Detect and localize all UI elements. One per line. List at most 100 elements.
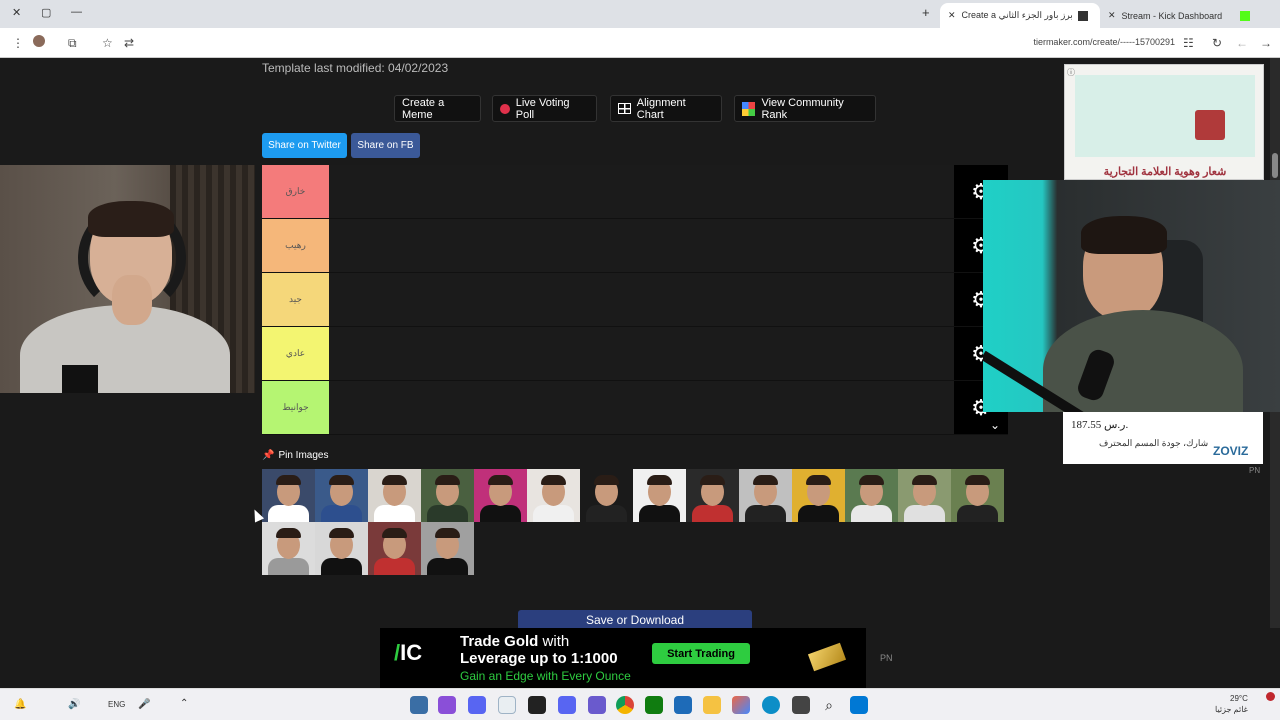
minimize-window-icon[interactable]: — <box>71 6 82 18</box>
tier-drop-zone[interactable] <box>329 327 954 380</box>
translate-icon[interactable]: ⇄ <box>124 36 134 50</box>
person-hair <box>329 475 354 485</box>
tier-item-image[interactable] <box>421 522 474 575</box>
address-bar: ⋮ ⧉ ☆ ⇄ tiermaker.com/create/-----157002… <box>0 28 1280 58</box>
search-icon[interactable]: ⌕ <box>820 696 838 714</box>
hair <box>1081 216 1167 254</box>
tab-close-icon[interactable]: ✕ <box>948 10 956 21</box>
menu-dots-icon[interactable]: ⋮ <box>12 36 24 50</box>
tier-item-image[interactable] <box>792 469 845 522</box>
tier-drop-zone[interactable] <box>329 165 954 218</box>
app-icon-7[interactable] <box>588 696 606 714</box>
tier-item-image[interactable] <box>739 469 792 522</box>
tier-label[interactable]: عادي <box>262 327 329 380</box>
chrome-icon[interactable] <box>616 696 634 714</box>
scrollbar-thumb[interactable] <box>1272 153 1278 178</box>
live-voting-poll-button[interactable]: Live Voting Poll <box>492 95 597 122</box>
person-hair <box>276 475 301 485</box>
site-settings-icon[interactable]: ☷ <box>1183 36 1194 50</box>
start-trading-button[interactable]: Start Trading <box>652 643 750 664</box>
share-fb-button[interactable]: Share on FB <box>351 133 420 158</box>
person-shirt <box>480 505 521 522</box>
tier-item-image[interactable] <box>368 469 421 522</box>
language-indicator[interactable]: ENG <box>108 700 125 709</box>
tier-label[interactable]: رهيب <box>262 219 329 272</box>
mic-icon[interactable]: 🎤 <box>138 699 150 710</box>
trading-ad-banner[interactable]: /IC Trade Gold with Leverage up to 1:100… <box>380 628 866 688</box>
gold-bar-image <box>807 642 847 672</box>
app-icon-2[interactable] <box>438 696 456 714</box>
notification-icon[interactable]: 🔔 <box>14 699 26 710</box>
product-card-ad[interactable]: 187.55 ر.س. شارك، جودة المسم المحترف ZOV… <box>1063 412 1263 464</box>
tier-item-image[interactable] <box>262 522 315 575</box>
tier-label[interactable]: خارق <box>262 165 329 218</box>
close-window-icon[interactable]: ✕ <box>12 6 21 19</box>
task-view-icon[interactable] <box>792 696 810 714</box>
copilot-icon[interactable] <box>732 696 750 714</box>
brand-identity-ad[interactable]: ⓘ شعار وهوية العلامة التجارية <box>1064 64 1264 180</box>
streamer-webcam-left <box>0 165 255 393</box>
person-shirt <box>745 505 786 522</box>
view-community-rank-button[interactable]: View Community Rank <box>734 95 876 122</box>
pin-images-toggle[interactable]: 📌 Pin Images <box>262 450 328 461</box>
edge-icon[interactable] <box>762 696 780 714</box>
chevron-down-icon[interactable]: ⌄ <box>990 418 1000 432</box>
extensions-icon[interactable]: ⧉ <box>68 36 77 51</box>
tier-item-image[interactable] <box>315 522 368 575</box>
tier-label[interactable]: جوانيط <box>262 381 329 434</box>
weather-desc[interactable]: غائم جزئيا <box>1215 705 1248 714</box>
share-twitter-button[interactable]: Share on Twitter <box>262 133 347 158</box>
alignment-chart-button[interactable]: Alignment Chart <box>610 95 722 122</box>
tier-label[interactable]: جيد <box>262 273 329 326</box>
file-explorer-icon[interactable] <box>703 696 721 714</box>
weather-temp[interactable]: 29°C <box>1230 694 1248 703</box>
app-icon-5[interactable] <box>528 696 546 714</box>
tier-drop-zone[interactable] <box>329 381 954 434</box>
tier-item-image[interactable] <box>527 469 580 522</box>
forward-icon[interactable]: ← <box>1236 36 1248 50</box>
ad-headline-strong: Trade Gold <box>460 633 539 650</box>
save-download-button[interactable]: Save or Download <box>518 610 752 630</box>
person-hair <box>700 475 725 485</box>
back-icon[interactable]: → <box>1260 36 1272 50</box>
tier-item-image[interactable] <box>898 469 951 522</box>
tier-item-image[interactable] <box>474 469 527 522</box>
tier-item-image[interactable] <box>951 469 1004 522</box>
browser-tab-bar: ✕ ▢ — + ✕ Create a يوتيوبرز باور الجزء ا… <box>0 0 1280 28</box>
start-icon[interactable] <box>850 696 868 714</box>
new-tab-button[interactable]: + <box>922 5 930 20</box>
create-meme-button[interactable]: Create a Meme <box>394 95 481 122</box>
volume-icon[interactable]: 🔊 <box>68 699 80 710</box>
tier-item-image[interactable] <box>845 469 898 522</box>
chrome-active-icon[interactable] <box>498 696 516 714</box>
tab-tiermaker[interactable]: ✕ Create a يوتيوبرز باور الجزء الثاني <box>940 3 1100 28</box>
person-shirt <box>692 505 733 522</box>
app-icon-1[interactable] <box>410 696 428 714</box>
tier-item-image[interactable] <box>580 469 633 522</box>
xbox-icon[interactable] <box>645 696 663 714</box>
person-shirt <box>321 505 362 522</box>
tier-drop-zone[interactable] <box>329 273 954 326</box>
tier-item-image[interactable] <box>368 522 421 575</box>
tier-drop-zone[interactable] <box>329 219 954 272</box>
person-shirt <box>851 505 892 522</box>
tray-chevron-icon[interactable]: ⌃ <box>180 698 188 709</box>
tier-item-image[interactable] <box>262 469 315 522</box>
tab-close-icon[interactable]: ✕ <box>1108 10 1116 21</box>
discord-icon[interactable] <box>468 696 486 714</box>
tier-item-image[interactable] <box>315 469 368 522</box>
tier-item-image[interactable] <box>421 469 474 522</box>
profile-avatar[interactable] <box>33 35 45 47</box>
discord-alt-icon[interactable] <box>558 696 576 714</box>
ad-subline: Leverage up to 1:1000 <box>460 650 618 667</box>
bookmark-star-icon[interactable]: ☆ <box>102 36 113 50</box>
tier-item-image[interactable] <box>633 469 686 522</box>
tier-item-image[interactable] <box>686 469 739 522</box>
calculator-icon[interactable] <box>674 696 692 714</box>
person-hair <box>753 475 778 485</box>
url-text[interactable]: tiermaker.com/create/-----15700291 <box>1033 37 1175 47</box>
tab-kick[interactable]: ✕ Stream - Kick Dashboard <box>1100 3 1260 28</box>
restore-window-icon[interactable]: ▢ <box>41 6 51 19</box>
reload-icon[interactable]: ↻ <box>1212 36 1222 50</box>
person-hair <box>435 528 460 538</box>
